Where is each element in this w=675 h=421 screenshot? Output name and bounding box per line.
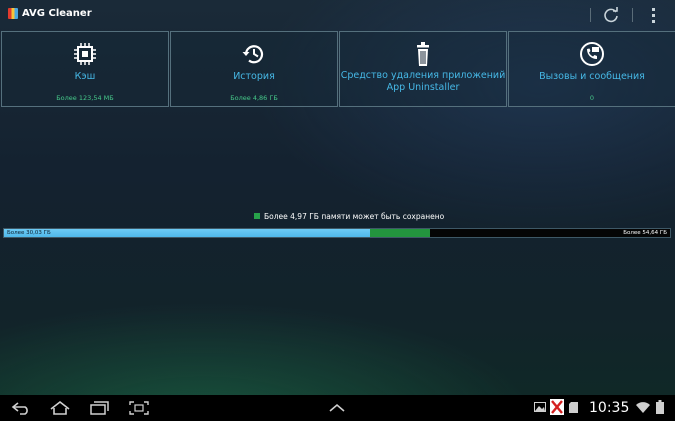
home-icon[interactable]: [49, 400, 71, 416]
tile-label: Вызовы и сообщения: [539, 71, 645, 82]
storage-total-label: Более 54,64 ГБ: [623, 230, 667, 236]
storage-used-label: Более 30,03 ГБ: [7, 230, 51, 236]
legend-swatch: [254, 213, 260, 219]
battery-icon: [656, 400, 664, 414]
tile-history[interactable]: История Более 4,86 ГБ: [170, 31, 338, 107]
tile-cache[interactable]: Кэш Более 123,54 МБ: [1, 31, 169, 107]
tile-label: Кэш: [74, 71, 96, 82]
wifi-icon: [636, 402, 650, 413]
refresh-icon[interactable]: [602, 6, 620, 24]
history-icon: [242, 45, 264, 64]
tile-value: 0: [589, 94, 595, 102]
action-bar-divider: [632, 8, 633, 22]
tile-value: Более 4,86 ГБ: [230, 94, 278, 102]
tile-label: Средство удаления приложений App Uninsta…: [340, 70, 506, 93]
up-arrow-icon[interactable]: [326, 400, 348, 416]
storage-saveable-segment: [370, 229, 431, 237]
recent-apps-icon[interactable]: [88, 400, 110, 416]
tile-app-uninstaller[interactable]: Средство удаления приложений App Uninsta…: [339, 31, 507, 107]
storage-used-segment: [4, 229, 371, 237]
storage-bar: Более 30,03 ГБ Более 54,64 ГБ: [3, 228, 671, 238]
gallery-icon: [534, 402, 546, 412]
chip-icon: [74, 43, 96, 65]
storage-legend: Более 4,97 ГБ памяти может быть сохранен…: [254, 212, 444, 221]
tile-calls-messages[interactable]: Вызовы и сообщения 0: [508, 31, 675, 107]
app-title: AVG Cleaner: [22, 8, 92, 19]
tile-label: История: [233, 71, 275, 82]
usb-debug-icon: [550, 399, 564, 415]
sd-card-icon: [569, 402, 578, 413]
back-icon[interactable]: [10, 400, 32, 416]
action-bar: AVG Cleaner: [0, 0, 675, 28]
trash-icon: [417, 42, 429, 66]
call-message-icon: [580, 42, 604, 66]
status-time: 10:35: [589, 400, 630, 416]
feature-tiles: Кэш Более 123,54 МБ История Более 4,86 Г…: [1, 31, 675, 107]
action-bar-divider: [590, 8, 591, 22]
legend-text: Более 4,97 ГБ памяти может быть сохранен…: [264, 212, 445, 221]
screenshot-icon[interactable]: [128, 400, 150, 416]
system-navigation-bar: 10:35: [0, 395, 675, 421]
avg-logo-icon: [8, 8, 18, 19]
overflow-menu-icon[interactable]: [648, 7, 658, 23]
tile-value: Более 123,54 МБ: [56, 94, 114, 102]
